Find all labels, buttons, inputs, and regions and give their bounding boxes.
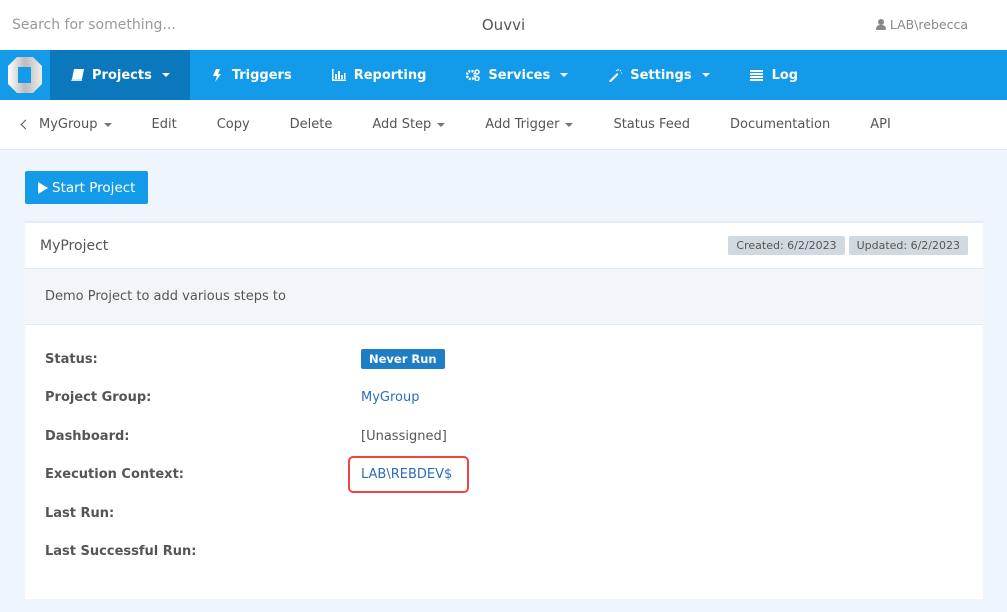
logo-icon <box>8 57 42 93</box>
detail-row-last-successful-run: Last Successful Run: <box>45 544 197 560</box>
back-to-group-dropdown[interactable]: MyGroup <box>20 117 112 132</box>
dashboard-value: [Unassigned] <box>361 428 447 444</box>
chevron-down-icon <box>103 122 112 127</box>
created-badge: Created: 6/2/2023 <box>728 236 845 255</box>
project-group-link[interactable]: MyGroup <box>361 390 420 405</box>
project-toolbar: MyGroup Edit Copy Delete Add Step Add Tr… <box>0 100 1007 150</box>
detail-row-last-run: Last Run: <box>45 505 115 521</box>
list-icon <box>750 68 764 82</box>
nav-settings[interactable]: Settings <box>588 50 729 100</box>
detail-row-dashboard: Dashboard: [Unassigned] <box>45 428 447 444</box>
edit-button[interactable]: Edit <box>152 117 177 132</box>
detail-row-group: Project Group: MyGroup <box>45 390 420 406</box>
api-link[interactable]: API <box>870 117 891 132</box>
user-icon <box>875 19 886 30</box>
nav-reporting[interactable]: Reporting <box>312 50 447 100</box>
add-trigger-dropdown[interactable]: Add Trigger <box>485 117 574 132</box>
top-bar: Ouvvi LAB\rebecca <box>0 0 1007 50</box>
documentation-link[interactable]: Documentation <box>730 117 830 132</box>
add-step-dropdown[interactable]: Add Step <box>372 117 446 132</box>
chevron-down-icon <box>560 73 569 77</box>
project-panel: MyProject Created: 6/2/2023 Updated: 6/2… <box>25 221 983 599</box>
delete-button[interactable]: Delete <box>290 117 333 132</box>
user-name: LAB\rebecca <box>889 17 968 32</box>
chevron-down-icon <box>701 73 710 77</box>
main-content: Start Project MyProject Created: 6/2/202… <box>0 150 1007 612</box>
status-feed-link[interactable]: Status Feed <box>613 117 690 132</box>
status-badge: Never Run <box>361 348 445 369</box>
nav-projects[interactable]: Projects <box>50 50 190 100</box>
nav-log[interactable]: Log <box>730 50 819 100</box>
bar-chart-icon <box>331 68 346 82</box>
play-icon <box>38 181 48 194</box>
book-icon <box>70 68 84 82</box>
nav-services[interactable]: Services <box>446 50 588 100</box>
execution-context-link[interactable]: LAB\REBDEV$ <box>347 456 470 494</box>
panel-header: MyProject Created: 6/2/2023 Updated: 6/2… <box>25 223 983 269</box>
nav-triggers[interactable]: Triggers <box>190 50 312 100</box>
chevron-down-icon <box>565 122 574 127</box>
magic-wand-icon <box>608 68 622 82</box>
main-nav: Projects Triggers Reporting Services Set… <box>0 50 1007 100</box>
gears-icon <box>466 68 481 82</box>
app-logo[interactable] <box>0 50 50 100</box>
search-input[interactable] <box>0 0 300 50</box>
start-project-button[interactable]: Start Project <box>25 171 149 204</box>
detail-row-execution-context: Execution Context: LAB\REBDEV$ <box>45 456 470 494</box>
user-menu[interactable]: LAB\rebecca <box>875 17 968 32</box>
project-details: Status: Never Run Project Group: MyGroup… <box>25 325 983 599</box>
project-title: MyProject <box>40 237 109 254</box>
detail-row-status: Status: Never Run <box>45 340 963 379</box>
chevron-down-icon <box>161 73 170 77</box>
bolt-icon <box>210 68 224 82</box>
chevron-left-icon <box>20 119 31 130</box>
project-description: Demo Project to add various steps to <box>25 269 983 325</box>
copy-button[interactable]: Copy <box>217 117 250 132</box>
chevron-down-icon <box>437 122 446 127</box>
updated-badge: Updated: 6/2/2023 <box>848 236 968 255</box>
